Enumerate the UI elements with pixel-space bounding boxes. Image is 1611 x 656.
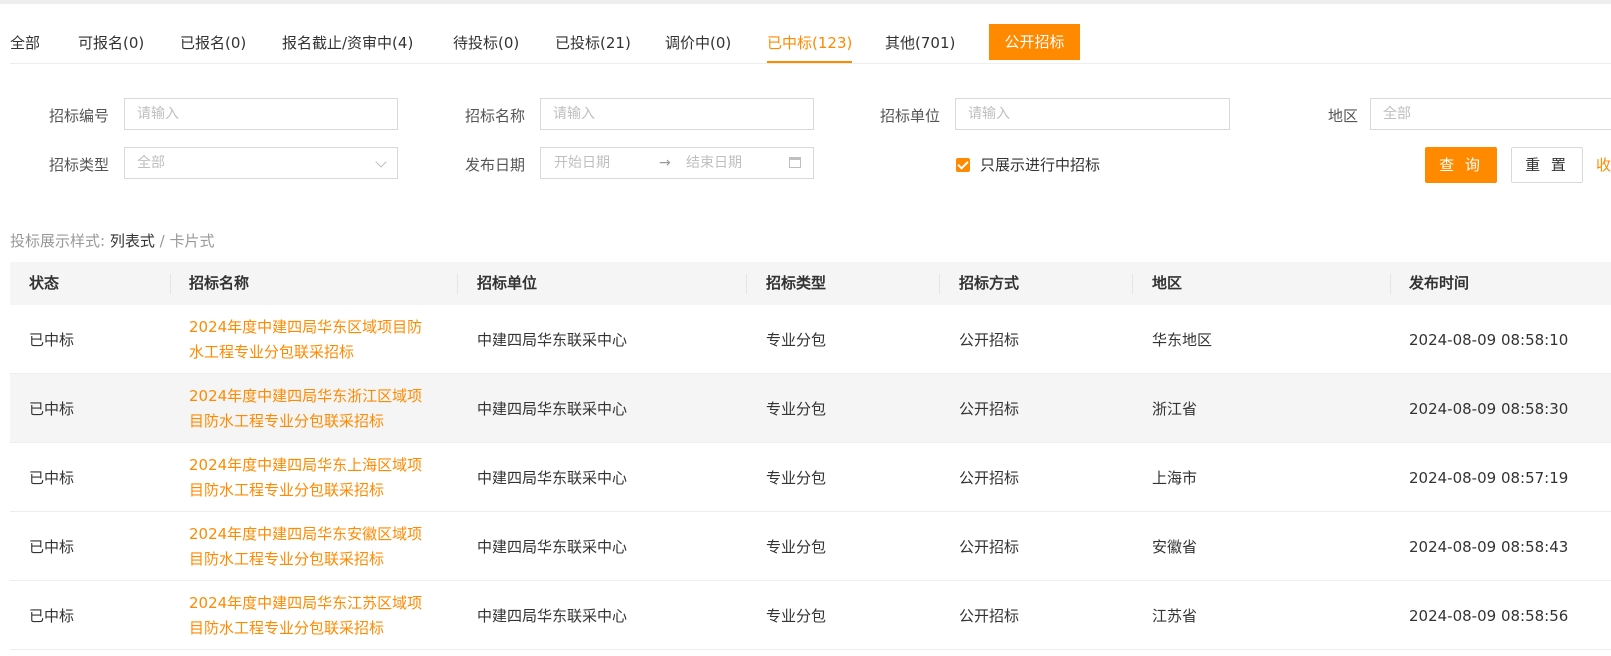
publish-date-range[interactable]: 开始日期 → 结束日期 (540, 147, 814, 179)
row-publish-time: 2024-08-09 08:58:43 (1409, 538, 1569, 556)
row-region: 江苏省 (1152, 607, 1198, 625)
tab-can-register[interactable]: 可报名(0) (78, 34, 144, 52)
row-region: 安徽省 (1152, 538, 1198, 556)
tab-registration-closed[interactable]: 报名截止/资审中(4) (282, 34, 413, 52)
region-label: 地区 (1328, 107, 1359, 125)
public-tender-button[interactable]: 公开招标 (989, 24, 1080, 60)
col-name: 招标名称 (189, 274, 250, 292)
row-region: 上海市 (1152, 469, 1198, 487)
tab-pending-bid[interactable]: 待投标(0) (453, 34, 519, 52)
tab-bid-submitted[interactable]: 已投标(21) (555, 34, 631, 52)
row-region: 浙江省 (1152, 400, 1198, 418)
bid-unit-input[interactable] (955, 98, 1230, 130)
col-method: 招标方式 (959, 274, 1020, 292)
collapse-link[interactable]: 收 (1596, 156, 1611, 174)
only-active-checkbox[interactable] (956, 158, 970, 172)
row-unit: 中建四局华东联采中心 (477, 469, 628, 487)
bid-unit-label: 招标单位 (880, 107, 941, 125)
column-divider (1390, 274, 1391, 294)
row-type: 专业分包 (766, 538, 827, 556)
col-unit: 招标单位 (477, 274, 538, 292)
col-type: 招标类型 (766, 274, 827, 292)
bid-no-label: 招标编号 (49, 107, 110, 125)
view-card-option[interactable]: 卡片式 (169, 232, 214, 250)
bid-type-label: 招标类型 (49, 156, 110, 174)
row-status: 已中标 (29, 538, 75, 556)
row-publish-time: 2024-08-09 08:58:56 (1409, 607, 1569, 625)
row-status: 已中标 (29, 607, 75, 625)
row-unit: 中建四局华东联采中心 (477, 538, 628, 556)
table-row[interactable]: 已中标 2024年度中建四局华东江苏区域项目防水工程专业分包联采招标 中建四局华… (10, 581, 1611, 650)
row-publish-time: 2024-08-09 08:58:30 (1409, 400, 1569, 418)
region-select[interactable]: 全部 (1370, 98, 1611, 130)
col-status: 状态 (29, 274, 60, 292)
row-method: 公开招标 (959, 469, 1020, 487)
row-bid-name-link[interactable]: 2024年度中建四局华东上海区域项目防水工程专业分包联采招标 (189, 453, 434, 503)
row-publish-time: 2024-08-09 08:57:19 (1409, 469, 1569, 487)
start-date-placeholder: 开始日期 (554, 155, 610, 171)
row-status: 已中标 (29, 331, 75, 349)
column-divider (170, 274, 171, 294)
table-header: 状态 招标名称 招标单位 招标类型 招标方式 地区 发布时间 (10, 262, 1611, 305)
column-divider (457, 274, 458, 294)
row-method: 公开招标 (959, 400, 1020, 418)
row-status: 已中标 (29, 400, 75, 418)
table-row[interactable]: 已中标 2024年度中建四局华东区域项目防水工程专业分包联采招标 中建四局华东联… (10, 305, 1611, 374)
bid-no-input[interactable] (124, 98, 398, 130)
bid-name-input[interactable] (540, 98, 814, 130)
bid-type-select[interactable]: 全部 (124, 147, 398, 179)
query-button[interactable]: 查 询 (1425, 147, 1497, 183)
status-tabs: 全部 可报名(0) 已报名(0) 报名截止/资审中(4) 待投标(0) 已投标(… (0, 4, 1611, 64)
view-list-option[interactable]: 列表式 (110, 232, 155, 250)
table-row[interactable]: 已中标 2024年度中建四局华东安徽区域项目防水工程专业分包联采招标 中建四局华… (10, 512, 1611, 581)
row-bid-name-link[interactable]: 2024年度中建四局华东安徽区域项目防水工程专业分包联采招标 (189, 522, 434, 572)
view-style-label: 投标展示样式: (10, 232, 106, 250)
row-bid-name-link[interactable]: 2024年度中建四局华东区域项目防水工程专业分包联采招标 (189, 315, 434, 365)
row-unit: 中建四局华东联采中心 (477, 607, 628, 625)
row-method: 公开招标 (959, 331, 1020, 349)
tab-registered[interactable]: 已报名(0) (180, 34, 246, 52)
view-style-switch: 投标展示样式: 列表式 / 卡片式 (10, 232, 214, 250)
column-divider (1132, 274, 1133, 294)
row-region: 华东地区 (1152, 331, 1213, 349)
calendar-icon (789, 157, 801, 168)
tab-other[interactable]: 其他(701) (885, 34, 955, 52)
row-unit: 中建四局华东联采中心 (477, 400, 628, 418)
reset-button[interactable]: 重 置 (1511, 147, 1583, 183)
region-select-value: 全部 (1383, 106, 1411, 122)
tab-all[interactable]: 全部 (10, 34, 40, 52)
bid-type-select-value: 全部 (137, 155, 165, 171)
only-active-label: 只展示进行中招标 (980, 156, 1101, 174)
chevron-down-icon (375, 156, 387, 168)
tab-won[interactable]: 已中标(123) (767, 34, 853, 63)
tab-price-adjusting[interactable]: 调价中(0) (665, 34, 731, 52)
row-method: 公开招标 (959, 607, 1020, 625)
row-method: 公开招标 (959, 538, 1020, 556)
row-type: 专业分包 (766, 607, 827, 625)
row-status: 已中标 (29, 469, 75, 487)
row-bid-name-link[interactable]: 2024年度中建四局华东浙江区域项目防水工程专业分包联采招标 (189, 384, 434, 434)
table-row[interactable]: 已中标 2024年度中建四局华东上海区域项目防水工程专业分包联采招标 中建四局华… (10, 443, 1611, 512)
col-region: 地区 (1152, 274, 1183, 292)
end-date-placeholder: 结束日期 (686, 155, 742, 171)
row-type: 专业分包 (766, 469, 827, 487)
view-style-separator: / (154, 232, 170, 250)
row-type: 专业分包 (766, 331, 827, 349)
arrow-right-icon: → (659, 155, 671, 171)
row-unit: 中建四局华东联采中心 (477, 331, 628, 349)
table-row[interactable]: 已中标 2024年度中建四局华东浙江区域项目防水工程专业分包联采招标 中建四局华… (10, 374, 1611, 443)
tabs-divider (10, 63, 1611, 64)
row-type: 专业分包 (766, 400, 827, 418)
tab-won-label: 已中标(123) (767, 34, 853, 52)
row-publish-time: 2024-08-09 08:58:10 (1409, 331, 1569, 349)
column-divider (746, 274, 747, 294)
publish-date-label: 发布日期 (465, 156, 526, 174)
row-bid-name-link[interactable]: 2024年度中建四局华东江苏区域项目防水工程专业分包联采招标 (189, 591, 434, 641)
bid-name-label: 招标名称 (465, 107, 526, 125)
col-publish-time: 发布时间 (1409, 274, 1470, 292)
column-divider (939, 274, 940, 294)
